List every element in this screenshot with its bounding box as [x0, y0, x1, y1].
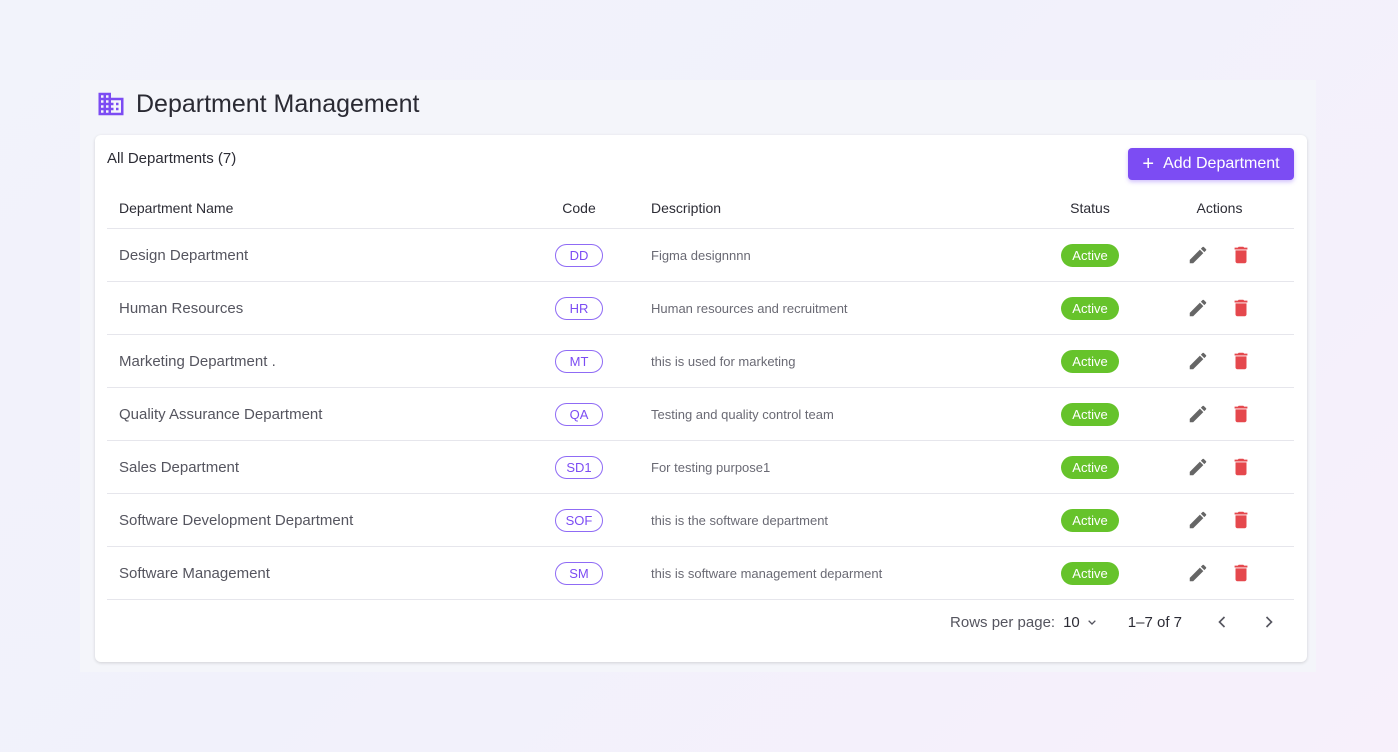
status-badge: Active [1061, 349, 1119, 373]
table-row-5: Sales Department SD1 For testing purpose… [107, 440, 1294, 494]
status-badge: Active [1061, 561, 1119, 585]
code-chip: SD1 [555, 455, 603, 479]
trash-icon[interactable] [1230, 562, 1252, 584]
page-header: Department Management [96, 86, 419, 122]
chevron-down-icon [1087, 620, 1096, 625]
department-description: this is used for marketing [625, 334, 1035, 388]
table-row-1: Design Department DD Figma designnnn Act… [107, 228, 1294, 282]
rows-per-page-value: 10 [1063, 613, 1080, 631]
pencil-icon[interactable] [1187, 456, 1209, 478]
department-name: Sales Department [107, 440, 533, 494]
plus-icon: + [1142, 153, 1155, 175]
pencil-icon[interactable] [1187, 403, 1209, 425]
rows-per-page-label: Rows per page: [950, 613, 1056, 631]
column-header-description[interactable]: Description [625, 187, 1035, 229]
card-heading: All Departments (7) [107, 150, 237, 167]
department-description: Figma designnnn [625, 228, 1035, 282]
table-row-7: Software Management SM this is software … [107, 546, 1294, 600]
code-chip: HR [555, 296, 603, 320]
departments-card: All Departments (7) + Add Department Dep… [95, 135, 1307, 662]
page-title: Department Management [136, 89, 420, 118]
status-badge: Active [1061, 508, 1119, 532]
code-chip: SOF [555, 508, 603, 532]
status-badge: Active [1061, 402, 1119, 426]
status-badge: Active [1061, 296, 1119, 320]
previous-page-icon[interactable] [1212, 612, 1232, 632]
department-description: this is the software department [625, 493, 1035, 547]
rows-per-page-select[interactable]: 10 [1063, 614, 1100, 631]
pencil-icon[interactable] [1187, 350, 1209, 372]
add-department-label: Add Department [1163, 155, 1280, 172]
table-row-6: Software Development Department SOF this… [107, 493, 1294, 547]
table-row-3: Marketing Department . MT this is used f… [107, 334, 1294, 388]
status-badge: Active [1061, 455, 1119, 479]
pagination-range: 1–7 of 7 [1127, 613, 1182, 631]
department-name: Quality Assurance Department [107, 387, 533, 441]
table-row-4: Quality Assurance Department QA Testing … [107, 387, 1294, 441]
trash-icon[interactable] [1230, 350, 1252, 372]
department-description: this is software management deparment [625, 546, 1035, 600]
department-name: Software Management [107, 546, 533, 600]
status-badge: Active [1061, 243, 1119, 267]
department-name: Design Department [107, 228, 533, 282]
column-header-code[interactable]: Code [533, 187, 625, 229]
department-description: Testing and quality control team [625, 387, 1035, 441]
column-header-name[interactable]: Department Name [107, 187, 533, 229]
code-chip: SM [555, 561, 603, 585]
departments-table: Department Name Code Description Status … [107, 187, 1294, 600]
trash-icon[interactable] [1230, 509, 1252, 531]
add-department-button[interactable]: + Add Department [1128, 148, 1294, 180]
next-page-icon[interactable] [1259, 612, 1279, 632]
department-name: Software Development Department [107, 493, 533, 547]
code-chip: MT [555, 349, 603, 373]
pencil-icon[interactable] [1187, 562, 1209, 584]
department-description: Human resources and recruitment [625, 281, 1035, 335]
department-name: Marketing Department . [107, 334, 533, 388]
pencil-icon[interactable] [1187, 297, 1209, 319]
trash-icon[interactable] [1230, 456, 1252, 478]
trash-icon[interactable] [1230, 297, 1252, 319]
pencil-icon[interactable] [1187, 509, 1209, 531]
department-description: For testing purpose1 [625, 440, 1035, 494]
column-header-status[interactable]: Status [1035, 187, 1145, 229]
trash-icon[interactable] [1230, 244, 1252, 266]
table-row-2: Human Resources HR Human resources and r… [107, 281, 1294, 335]
building-icon [98, 92, 124, 116]
department-name: Human Resources [107, 281, 533, 335]
trash-icon[interactable] [1230, 403, 1252, 425]
pencil-icon[interactable] [1187, 244, 1209, 266]
code-chip: DD [555, 243, 603, 267]
column-header-actions: Actions [1145, 187, 1294, 229]
pagination: Rows per page: 10 1–7 of 7 [950, 607, 1279, 637]
table-header-row: Department Name Code Description Status … [107, 187, 1294, 229]
code-chip: QA [555, 402, 603, 426]
